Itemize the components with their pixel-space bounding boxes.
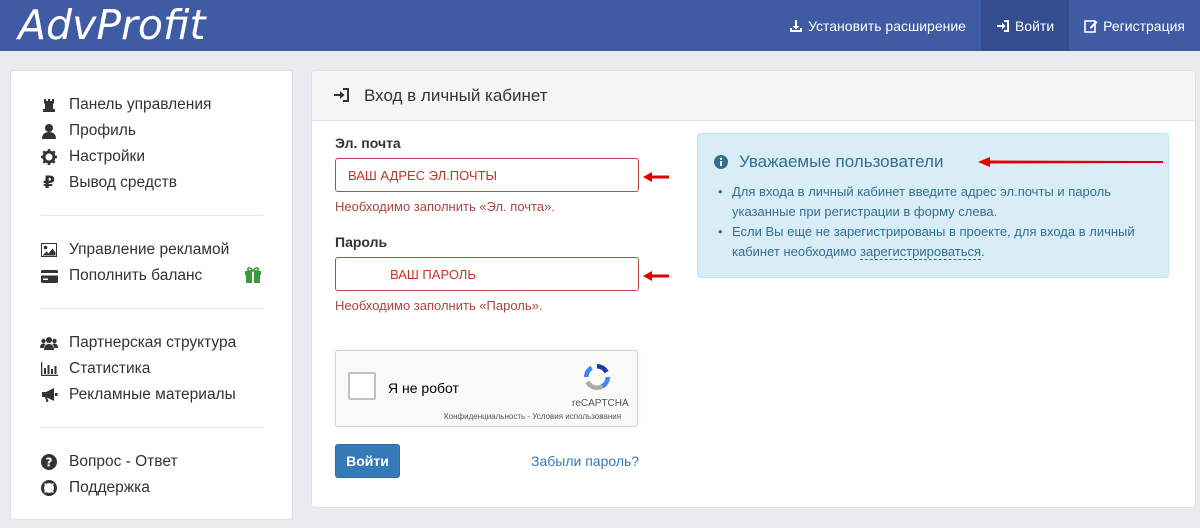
info-item: Для входа в личный кабинет введите адрес… xyxy=(718,182,1158,222)
sidebar-item-label: Панель управления xyxy=(69,96,212,113)
recaptcha-checkbox[interactable] xyxy=(348,372,376,400)
sidebar-divider xyxy=(41,215,263,216)
install-extension-link[interactable]: Установить расширение xyxy=(774,0,981,51)
annotation-arrow-icon xyxy=(978,157,1163,167)
sidebar-item-profile[interactable]: Профиль xyxy=(39,119,136,143)
email-label: Эл. почта xyxy=(335,135,401,151)
sidebar-item-settings[interactable]: Настройки xyxy=(39,145,145,169)
sign-in-icon xyxy=(334,88,349,102)
info-list: Для входа в личный кабинет введите адрес… xyxy=(718,182,1158,262)
password-error: Необходимо заполнить «Пароль». xyxy=(335,298,543,313)
recaptcha-brand: reCAPTCHA xyxy=(572,398,629,409)
dashboard-icon xyxy=(39,96,59,114)
question-icon: ? xyxy=(39,453,59,471)
sign-in-icon xyxy=(996,19,1009,32)
top-nav: Установить расширение Войти Регистрация xyxy=(774,0,1200,51)
sidebar-item-promo-materials[interactable]: Рекламные материалы xyxy=(39,383,236,407)
credit-card-icon xyxy=(39,267,59,285)
sidebar-item-statistics[interactable]: Статистика xyxy=(39,357,150,381)
sidebar-item-ads-management[interactable]: Управление рекламой xyxy=(39,238,229,262)
recaptcha-label: Я не робот xyxy=(388,380,459,396)
login-nav-label: Войти xyxy=(1014,17,1055,34)
gear-icon xyxy=(39,148,59,166)
sidebar-item-dashboard[interactable]: Панель управления xyxy=(39,93,211,117)
info-item-suffix: . xyxy=(981,244,985,259)
login-nav-link[interactable]: Войти xyxy=(980,0,1070,51)
sidebar-item-label: Статистика xyxy=(69,360,151,377)
sidebar-item-label: Настройки xyxy=(69,148,146,165)
edit-icon xyxy=(1084,19,1098,33)
email-field[interactable]: ВАШ АДРЕС ЭЛ.ПОЧТЫ xyxy=(335,158,639,192)
recaptcha-widget: Я не робот reCAPTCHA Конфиденциальность … xyxy=(335,350,638,427)
sidebar-item-label: Вопрос - Ответ xyxy=(69,453,178,470)
forgot-password-link[interactable]: Забыли пароль? xyxy=(531,453,639,469)
info-icon xyxy=(714,155,728,169)
sidebar-item-label: Поддержка xyxy=(69,479,150,496)
annotation-arrow-icon xyxy=(643,271,669,281)
sidebar-item-top-up-balance[interactable]: Пополнить баланс xyxy=(39,264,202,288)
password-label: Пароль xyxy=(335,234,388,250)
svg-text:?: ? xyxy=(46,456,53,470)
user-icon xyxy=(39,122,59,140)
info-title: Уважаемые пользователи xyxy=(739,152,944,171)
top-navbar: AdvProfit Установить расширение Войти Ре… xyxy=(0,0,1200,51)
sidebar-item-faq[interactable]: ? Вопрос - Ответ xyxy=(39,450,178,474)
bullhorn-icon xyxy=(39,386,59,404)
sidebar-item-label: Пополнить баланс xyxy=(69,267,203,284)
image-icon xyxy=(39,241,59,259)
install-extension-label: Установить расширение xyxy=(808,17,966,34)
sidebar: Панель управления Профиль Настройки ₽ Вы… xyxy=(10,70,293,520)
recaptcha-logo-icon xyxy=(583,364,611,391)
register-link[interactable]: зарегистрироваться xyxy=(860,244,982,260)
sidebar-item-withdraw[interactable]: ₽ Вывод средств xyxy=(39,171,177,195)
info-item: Если Вы еще не зарегистрированы в проект… xyxy=(718,222,1158,262)
recaptcha-links[interactable]: Конфиденциальность - Условия использован… xyxy=(444,412,621,421)
logo[interactable]: AdvProfit xyxy=(18,2,206,48)
lifebuoy-icon xyxy=(39,479,59,497)
register-nav-link[interactable]: Регистрация xyxy=(1069,0,1200,51)
sidebar-item-label: Вывод средств xyxy=(69,174,177,191)
sidebar-item-label: Партнерская структура xyxy=(69,334,237,351)
login-button[interactable]: Войти xyxy=(335,444,400,478)
sidebar-item-label: Управление рекламой xyxy=(69,241,230,258)
sidebar-divider xyxy=(41,308,263,309)
ruble-icon: ₽ xyxy=(43,173,55,192)
info-alert: Уважаемые пользователи Для входа в личны… xyxy=(697,133,1169,278)
users-icon xyxy=(39,334,59,352)
gift-icon xyxy=(245,267,261,283)
panel-heading: Вход в личный кабинет xyxy=(312,71,1195,121)
sidebar-item-label: Профиль xyxy=(69,122,136,139)
sidebar-item-support[interactable]: Поддержка xyxy=(39,476,150,500)
download-icon xyxy=(790,19,803,32)
email-error: Необходимо заполнить «Эл. почта». xyxy=(335,199,555,214)
sidebar-item-label: Рекламные материалы xyxy=(69,386,236,403)
bar-chart-icon xyxy=(39,360,59,378)
password-field[interactable]: ВАШ ПАРОЛЬ xyxy=(335,257,639,291)
register-nav-label: Регистрация xyxy=(1103,17,1185,34)
sidebar-item-partner-structure[interactable]: Партнерская структура xyxy=(39,331,236,355)
annotation-arrow-icon xyxy=(643,172,669,182)
panel-title: Вход в личный кабинет xyxy=(364,86,548,105)
sidebar-divider xyxy=(41,427,263,428)
